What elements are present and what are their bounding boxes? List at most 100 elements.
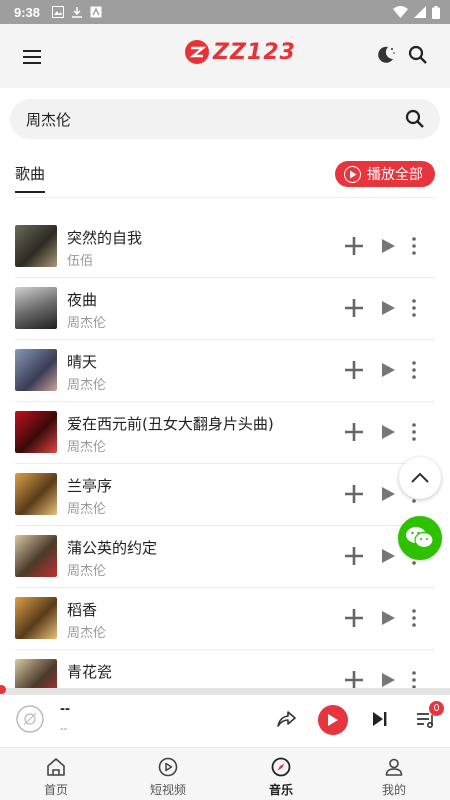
download-notification-icon [72,7,83,18]
status-time: 9:38 [14,4,41,20]
queue-count-badge: 0 [429,701,444,716]
nav-music-label: 音乐 [268,783,293,797]
app-bar: ZZ123 [0,24,450,88]
play-all-label: 播放全部 [367,167,423,183]
search-input[interactable] [26,110,404,128]
wechat-share-button[interactable] [398,516,442,560]
bottom-navigation: 首页 短视频 音乐 我的 [0,747,450,800]
song-row[interactable]: 突然的自我 伍佰 [0,216,450,278]
nav-short-video-label: 短视频 [149,783,186,797]
menu-icon[interactable] [20,45,44,69]
song-artist: 周杰伦 [67,316,107,331]
nav-home[interactable]: 首页 [0,748,112,800]
song-row[interactable]: 晴天 周杰伦 [0,340,450,402]
more-vertical-icon[interactable] [409,360,419,380]
share-icon[interactable] [275,708,297,730]
battery-icon [432,5,440,19]
more-vertical-icon[interactable] [409,422,419,442]
playback-progress-track[interactable] [0,688,450,695]
logo-text: ZZ123 [213,39,296,65]
play-icon[interactable] [380,424,396,440]
song-title: 蒲公英的约定 [67,539,158,557]
next-track-icon[interactable] [370,709,390,729]
music-compass-icon [271,757,291,777]
play-icon[interactable] [380,238,396,254]
search-bar [10,99,440,139]
add-icon[interactable] [344,608,364,628]
song-artist: 周杰伦 [67,564,107,579]
tab-songs[interactable]: 歌曲 [15,163,46,193]
play-icon[interactable] [380,672,396,688]
add-icon[interactable] [344,422,364,442]
song-title: 稻香 [67,601,98,619]
add-icon[interactable] [344,546,364,566]
video-icon [158,757,178,777]
signal-icon [414,6,426,18]
song-row[interactable]: 蒲公英的约定 周杰伦 [0,526,450,588]
back-to-top-button[interactable] [399,457,441,499]
app-notification-icon [90,6,102,18]
song-title: 突然的自我 [67,229,143,247]
search-icon[interactable] [407,44,431,68]
section-header: 歌曲 播放全部 [15,160,435,198]
song-row[interactable]: 爱在西元前(丑女大翻身片头曲) 周杰伦 [0,402,450,464]
song-title: 兰亭序 [67,477,113,495]
add-icon[interactable] [344,298,364,318]
add-icon[interactable] [344,360,364,380]
song-artist: 周杰伦 [67,626,107,641]
more-vertical-icon[interactable] [409,608,419,628]
player-play-button[interactable] [318,705,348,735]
play-icon[interactable] [380,610,396,626]
play-icon[interactable] [380,548,396,564]
night-mode-icon[interactable] [374,44,398,68]
nav-profile-label: 我的 [381,783,406,797]
search-submit-icon[interactable] [404,108,426,130]
song-title: 夜曲 [67,291,98,309]
nav-profile[interactable]: 我的 [338,748,450,800]
album-cover [15,349,57,391]
play-icon[interactable] [380,486,396,502]
play-circle-icon [344,165,361,183]
mini-player: -- -- 0 [0,695,450,747]
nav-music[interactable]: 音乐 [225,748,337,800]
album-cover [15,287,57,329]
status-bar: 9:38 [0,0,450,24]
album-cover [15,473,57,515]
add-icon[interactable] [344,670,364,688]
song-artist: 周杰伦 [67,502,107,517]
home-icon [47,758,65,776]
play-all-button[interactable]: 播放全部 [335,161,435,187]
image-notification-icon [52,6,65,18]
play-icon[interactable] [380,300,396,316]
add-icon[interactable] [344,484,364,504]
song-row[interactable]: 稻香 周杰伦 [0,588,450,650]
player-title: -- [60,700,70,717]
add-icon[interactable] [344,236,364,256]
album-cover [15,659,57,688]
song-list: 突然的自我 伍佰 夜曲 周杰伦 晴天 周杰伦 爱在西元前(丑女大翻身片头曲) 周杰伦 兰亭序 周杰… [0,216,450,688]
song-row[interactable]: 兰亭序 周杰伦 [0,464,450,526]
song-row[interactable]: 青花瓷周杰伦 [0,650,450,688]
song-artist: 周杰伦 [67,378,107,393]
song-row[interactable]: 夜曲 周杰伦 [0,278,450,340]
song-artist: 伍佰 [67,254,94,269]
play-icon[interactable] [380,362,396,378]
chevron-up-icon [411,472,429,483]
more-vertical-icon[interactable] [409,236,419,256]
play-icon [328,714,338,726]
app-logo: ZZ123 [184,39,296,65]
player-artist: -- [60,723,68,735]
song-title: 晴天 [67,353,98,371]
album-cover [15,597,57,639]
nav-short-video[interactable]: 短视频 [112,748,224,800]
wechat-icon [406,527,434,549]
more-vertical-icon[interactable] [409,298,419,318]
disc-icon[interactable] [16,705,44,733]
more-vertical-icon[interactable] [409,670,419,688]
song-title: 青花瓷 [67,663,113,681]
song-title: 爱在西元前(丑女大翻身片头曲) [67,415,274,433]
album-cover [15,225,57,267]
nav-home-label: 首页 [43,783,68,797]
wifi-icon [393,6,408,18]
profile-icon [385,758,403,776]
